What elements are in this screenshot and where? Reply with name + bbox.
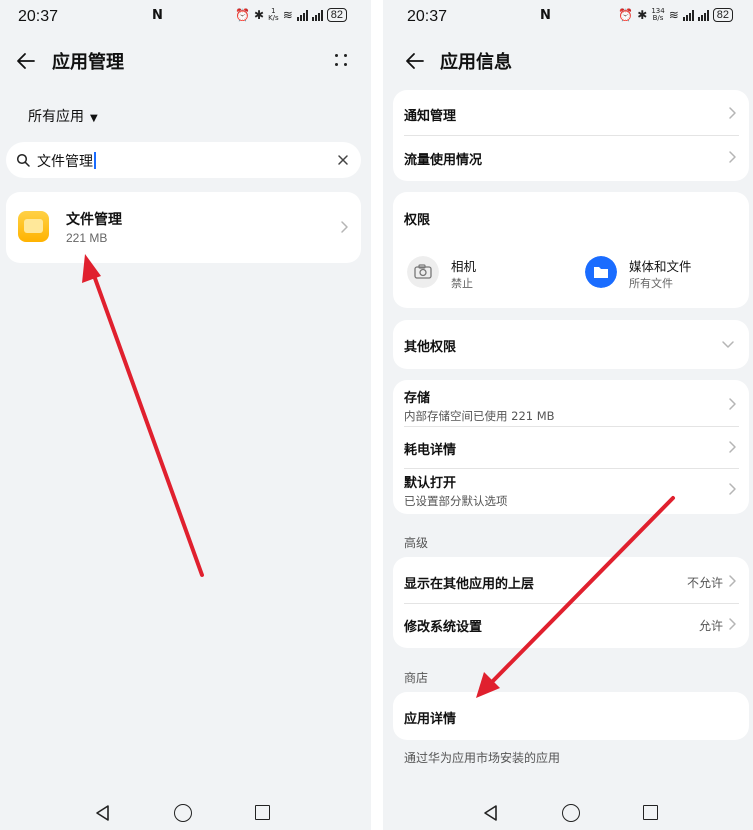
bluetooth-icon: ✱ [254, 8, 265, 22]
camera-permission[interactable]: 相机 禁止 [407, 254, 557, 294]
status-bar: 20:37 N ⏰ ✱ 134 B/s ≋ 82 [383, 0, 753, 34]
status-icons: ⏰ ✱ 1 K/s ≋ 82 [235, 8, 347, 22]
row-label: 默认打开 [404, 476, 457, 491]
store-section-label: 商店 [404, 671, 429, 685]
app-size: 221 MB [66, 231, 108, 245]
row-sub: 已设置部分默认选项 [404, 494, 508, 508]
status-icons: ⏰ ✱ 134 B/s ≋ 82 [618, 8, 733, 22]
row-label: 存储 [404, 391, 431, 406]
row-label: 应用详情 [404, 712, 457, 727]
title-bar: 应用信息 [383, 44, 753, 78]
more-icon[interactable] [333, 52, 349, 68]
default-open-row[interactable]: 默认打开 已设置部分默认选项 [393, 469, 749, 514]
advanced-section-label: 高级 [404, 536, 429, 550]
chevron-right-icon [729, 618, 736, 630]
nav-home-icon[interactable] [562, 804, 580, 822]
chevron-down-icon [722, 341, 734, 348]
nav-home-icon[interactable] [174, 804, 192, 822]
right-screen: 20:37 N ⏰ ✱ 134 B/s ≋ 82 应用信息 通知管理 流量使用情… [383, 0, 753, 830]
chevron-right-icon [729, 575, 736, 587]
chevron-right-icon [729, 398, 736, 410]
nav-back-icon[interactable] [482, 804, 500, 822]
row-label: 通知管理 [404, 109, 457, 124]
text-cursor [94, 152, 96, 169]
notification-data-card: 通知管理 流量使用情况 [393, 90, 749, 181]
notification-management-row[interactable]: 通知管理 [393, 90, 749, 135]
clear-icon[interactable] [335, 152, 351, 168]
other-permissions-card[interactable]: 其他权限 [393, 320, 749, 369]
permission-name: 相机 [451, 259, 477, 274]
network-speed: 134 B/s [651, 7, 665, 22]
alarm-icon: ⏰ [618, 8, 634, 22]
display-over-apps-row[interactable]: 显示在其他应用的上层 不允许 [393, 557, 749, 603]
chevron-right-icon [729, 483, 736, 495]
page-title: 应用管理 [52, 52, 124, 73]
row-value: 不允许 [686, 576, 723, 590]
storage-card: 存储 内部存储空间已使用 221 MB 耗电详情 默认打开 已设置部分默认选项 [393, 380, 749, 514]
chevron-right-icon [729, 151, 736, 163]
signal-icon-2 [697, 9, 709, 21]
row-label: 流量使用情况 [404, 153, 483, 168]
caret-down-icon: ▼ [90, 113, 98, 124]
bluetooth-icon: ✱ [637, 8, 648, 22]
status-time: 20:37 [18, 8, 59, 25]
search-icon [16, 153, 30, 167]
permission-status: 禁止 [451, 277, 473, 290]
power-details-row[interactable]: 耗电详情 [393, 427, 749, 468]
left-screen: 20:37 N ⏰ ✱ 1 K/s ≋ 82 应用管理 所有应用 ▼ 文件管理 [0, 0, 371, 830]
chevron-right-icon [729, 107, 736, 119]
storage-row[interactable]: 存储 内部存储空间已使用 221 MB [393, 380, 749, 426]
search-input[interactable]: 文件管理 [6, 142, 361, 178]
battery-icon: 82 [712, 8, 733, 22]
filter-label: 所有应用 [28, 109, 84, 125]
wifi-icon: ≋ [282, 8, 293, 22]
nav-recent-icon[interactable] [255, 805, 270, 820]
search-value: 文件管理 [37, 151, 96, 171]
row-label: 其他权限 [404, 340, 457, 355]
folder-icon [585, 256, 617, 288]
battery-icon: 82 [326, 8, 347, 22]
signal-icon [682, 9, 694, 21]
store-source-note: 通过华为应用市场安装的应用 [404, 751, 561, 765]
app-name: 文件管理 [66, 212, 122, 228]
back-arrow-icon[interactable] [403, 48, 429, 74]
modify-system-settings-row[interactable]: 修改系统设置 允许 [393, 604, 749, 648]
chevron-right-icon [729, 441, 736, 453]
title-bar: 应用管理 [0, 44, 371, 78]
permissions-card: 权限 相机 禁止 媒体和文件 所有文件 [393, 192, 749, 308]
row-label: 显示在其他应用的上层 [404, 577, 535, 592]
file-manager-app-icon [18, 211, 49, 242]
app-details-card[interactable]: 应用详情 [393, 692, 749, 740]
permission-name: 媒体和文件 [629, 259, 692, 274]
chevron-right-icon [341, 221, 348, 233]
nfc-icon: N [540, 8, 551, 23]
media-files-permission[interactable]: 媒体和文件 所有文件 [585, 254, 745, 294]
app-list-item[interactable]: 文件管理 221 MB [6, 192, 361, 263]
status-time: 20:37 [407, 8, 448, 25]
row-sub: 内部存储空间已使用 221 MB [404, 409, 555, 423]
permissions-title: 权限 [404, 213, 431, 228]
nav-recent-icon[interactable] [643, 805, 658, 820]
navigation-bar [0, 796, 371, 830]
camera-icon [407, 256, 439, 288]
navigation-bar [383, 796, 753, 830]
row-label: 修改系统设置 [404, 620, 483, 635]
row-value: 允许 [698, 619, 723, 633]
back-arrow-icon[interactable] [14, 48, 40, 74]
nfc-icon: N [152, 8, 163, 23]
nav-back-icon[interactable] [94, 804, 112, 822]
data-usage-row[interactable]: 流量使用情况 [393, 136, 749, 181]
permission-status: 所有文件 [629, 277, 673, 290]
row-label: 耗电详情 [404, 443, 457, 458]
network-speed: 1 K/s [268, 7, 279, 22]
page-title: 应用信息 [440, 52, 512, 73]
status-bar: 20:37 N ⏰ ✱ 1 K/s ≋ 82 [0, 0, 371, 34]
signal-icon [296, 9, 308, 21]
signal-icon-2 [311, 9, 323, 21]
wifi-icon: ≋ [668, 8, 679, 22]
alarm-icon: ⏰ [235, 8, 251, 22]
app-filter-dropdown[interactable]: 所有应用 ▼ [28, 106, 98, 126]
advanced-card: 显示在其他应用的上层 不允许 修改系统设置 允许 [393, 557, 749, 648]
